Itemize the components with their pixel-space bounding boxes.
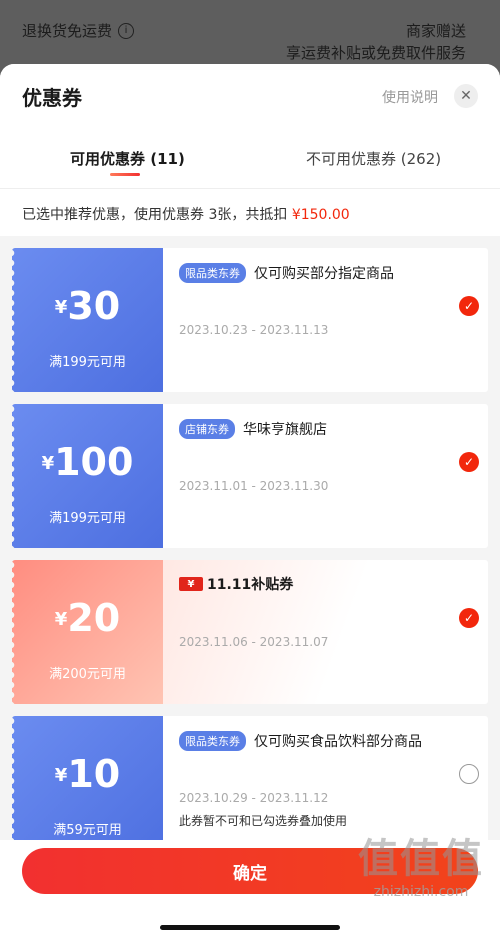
sheet-title: 优惠券 — [22, 86, 82, 110]
coupon-type-badge: 限品类东券 — [179, 263, 246, 283]
background-page: 退换货免运费 i 商家赠送 享运费补贴或免费取件服务 — [0, 0, 500, 70]
coupon-value: ¥100 — [12, 440, 163, 484]
watermark-text: 值值值 — [358, 836, 484, 882]
coupon-condition: 满200元可用 — [49, 667, 126, 682]
coupon-condition: 满59元可用 — [53, 823, 122, 838]
active-tab-indicator — [110, 173, 140, 176]
tab-available-coupons[interactable]: 可用优惠券 (11) — [70, 148, 185, 169]
return-free-shipping-label: 退换货免运费 — [22, 22, 113, 40]
yen-symbol: ¥ — [41, 453, 55, 474]
coupon-amount: 20 — [67, 596, 121, 640]
coupon-title-row: 店铺东券 华味亨旗舰店 — [179, 419, 327, 439]
unchecked-radio-icon[interactable] — [459, 764, 479, 784]
yen-badge-icon: ¥ — [179, 577, 203, 591]
coupon-value-panel: ¥10 满59元可用 — [11, 716, 163, 860]
summary-text: 已选中推荐优惠，使用优惠券 3张，共抵扣 — [22, 207, 292, 223]
summary-amount: ¥150.00 — [291, 207, 350, 223]
coupon-title-row: 限品类东券 仅可购买部分指定商品 — [179, 263, 394, 283]
coupon-card[interactable]: ¥30 满199元可用 限品类东券 仅可购买部分指定商品 2023.10.23 … — [11, 248, 488, 392]
merchant-gift-title: 商家赠送 — [405, 22, 466, 40]
coupon-stack-note: 此券暂不可和已勾选券叠加使用 — [179, 814, 348, 828]
coupon-amount: 100 — [54, 440, 134, 484]
home-indicator[interactable] — [160, 925, 340, 930]
coupon-title: 仅可购买部分指定商品 — [254, 266, 394, 282]
check-icon[interactable]: ✓ — [459, 296, 479, 316]
coupon-value-panel: ¥20 满200元可用 — [11, 560, 163, 704]
coupon-validity-dates: 2023.11.01 - 2023.11.30 — [179, 479, 329, 493]
coupon-value-panel: ¥100 满199元可用 — [11, 404, 163, 548]
coupon-detail-panel: 店铺东券 华味亨旗舰店 2023.11.01 - 2023.11.30 ✓ — [163, 404, 488, 548]
coupon-condition: 满199元可用 — [49, 511, 126, 526]
coupon-value: ¥20 — [12, 596, 163, 640]
coupon-validity-dates: 2023.10.29 - 2023.11.12 — [179, 791, 329, 805]
coupon-card[interactable]: ¥100 满199元可用 店铺东券 华味亨旗舰店 2023.11.01 - 20… — [11, 404, 488, 548]
close-icon[interactable]: ✕ — [454, 84, 478, 108]
coupon-condition: 满199元可用 — [49, 355, 126, 370]
return-free-shipping: 退换货免运费 i — [22, 20, 135, 41]
merchant-gift: 商家赠送 享运费补贴或免费取件服务 — [286, 20, 466, 64]
coupon-detail-panel: ¥ 11.11补贴券 2023.11.06 - 2023.11.07 ✓ — [163, 560, 488, 704]
coupon-title: 仅可购买食品饮料部分商品 — [254, 734, 422, 750]
coupon-amount: 30 — [67, 284, 121, 328]
coupon-detail-panel: 限品类东券 仅可购买部分指定商品 2023.10.23 - 2023.11.13… — [163, 248, 488, 392]
selection-summary: 已选中推荐优惠，使用优惠券 3张，共抵扣 ¥150.00 — [0, 188, 500, 236]
merchant-gift-desc: 享运费补贴或免费取件服务 — [285, 44, 466, 62]
usage-instructions-link[interactable]: 使用说明 — [382, 87, 438, 107]
coupon-type-badge: 限品类东券 — [179, 731, 246, 751]
coupon-title: 11.11补贴券 — [207, 577, 294, 593]
coupon-title-row: ¥ 11.11补贴券 — [179, 574, 293, 594]
coupon-card[interactable]: ¥20 满200元可用 ¥ 11.11补贴券 2023.11.06 - 2023… — [11, 560, 488, 704]
yen-symbol: ¥ — [54, 297, 68, 318]
coupon-value: ¥30 — [12, 284, 163, 328]
check-icon[interactable]: ✓ — [459, 452, 479, 472]
coupon-amount: 10 — [67, 752, 121, 796]
watermark-logo: 值值值 zhizhizhi.com — [358, 826, 484, 900]
coupon-value-panel: ¥30 满199元可用 — [11, 248, 163, 392]
coupon-validity-dates: 2023.11.06 - 2023.11.07 — [179, 635, 329, 649]
tab-unavailable-coupons[interactable]: 不可用优惠券 (262) — [306, 148, 441, 169]
check-icon[interactable]: ✓ — [459, 608, 479, 628]
yen-symbol: ¥ — [54, 609, 68, 630]
coupon-title-row: 限品类东券 仅可购买食品饮料部分商品 — [179, 731, 422, 751]
info-icon: i — [118, 22, 135, 39]
coupon-type-badge: 店铺东券 — [179, 419, 235, 439]
yen-symbol: ¥ — [54, 765, 68, 786]
coupon-title: 华味亨旗舰店 — [243, 422, 327, 438]
coupon-sheet: 优惠券 使用说明 ✕ 可用优惠券 (11) 不可用优惠券 (262) 已选中推荐… — [0, 64, 500, 940]
coupon-value: ¥10 — [12, 752, 163, 796]
sheet-header: 优惠券 使用说明 ✕ 可用优惠券 (11) 不可用优惠券 (262) — [0, 64, 500, 188]
watermark-url: zhizhizhi.com — [373, 884, 469, 900]
coupon-validity-dates: 2023.10.23 - 2023.11.13 — [179, 323, 329, 337]
